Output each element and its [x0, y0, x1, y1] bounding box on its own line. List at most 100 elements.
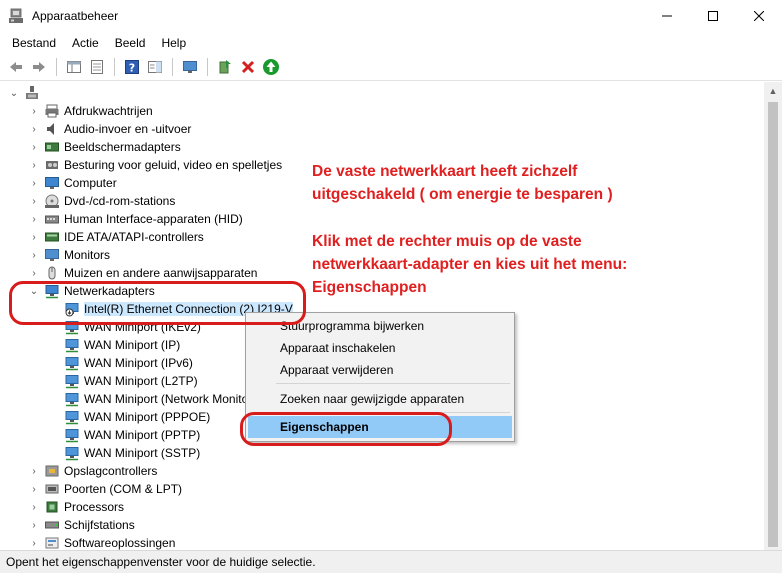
- menu-bestand[interactable]: Bestand: [4, 36, 64, 50]
- svg-text:?: ?: [129, 61, 135, 74]
- tree-device[interactable]: WAN Miniport (PPTP): [60, 426, 200, 444]
- tree-item-label: Human Interface-apparaten (HID): [64, 212, 243, 226]
- tree-category[interactable]: › Human Interface-apparaten (HID): [28, 210, 243, 228]
- tree-device[interactable]: WAN Miniport (PPPOE): [60, 408, 210, 426]
- storage-icon: [44, 463, 60, 479]
- tree-category[interactable]: › Schijfstations: [28, 516, 134, 534]
- tree-root[interactable]: ⌄: [8, 84, 44, 102]
- chevron-right-icon[interactable]: ›: [28, 210, 40, 228]
- tree-category[interactable]: › Afdrukwachtrijen: [28, 102, 153, 120]
- action-pane-icon[interactable]: [145, 57, 165, 77]
- title-bar: Apparaatbeheer: [0, 0, 782, 32]
- chevron-right-icon[interactable]: ›: [28, 156, 40, 174]
- display-adapter-icon: [44, 139, 60, 155]
- tree-item-label: WAN Miniport (PPTP): [84, 428, 201, 442]
- tree-device[interactable]: WAN Miniport (SSTP): [60, 444, 200, 462]
- annotation-line-2: uitgeschakeld ( om energie te besparen ): [312, 186, 613, 203]
- forward-icon[interactable]: [29, 57, 49, 77]
- menu-separator: [276, 383, 510, 384]
- tree-category[interactable]: › Audio-invoer en -uitvoer: [28, 120, 191, 138]
- chevron-right-icon[interactable]: ›: [28, 498, 40, 516]
- highlight-ellipse-properties: [240, 412, 452, 446]
- chevron-down-icon[interactable]: ⌄: [8, 84, 20, 102]
- scroll-up-arrow-icon[interactable]: ▲: [764, 82, 782, 99]
- tree-device[interactable]: WAN Miniport (IP): [60, 336, 180, 354]
- status-text: Opent het eigenschappenvenster voor de h…: [6, 555, 316, 569]
- chevron-right-icon[interactable]: ›: [28, 102, 40, 120]
- hid-icon: [44, 211, 60, 227]
- tree-device[interactable]: WAN Miniport (IPv6): [60, 354, 193, 372]
- ide-icon: [44, 229, 60, 245]
- chevron-right-icon[interactable]: ›: [28, 480, 40, 498]
- tree-item-label: Audio-invoer en -uitvoer: [64, 122, 192, 136]
- tree-category[interactable]: › Softwareoplossingen: [28, 534, 175, 550]
- tree-item-label: Opslagcontrollers: [64, 464, 158, 478]
- help-icon[interactable]: ?: [122, 57, 142, 77]
- printer-icon: [44, 103, 60, 119]
- enable-device-icon[interactable]: [261, 57, 281, 77]
- tree-category[interactable]: › Dvd-/cd-rom-stations: [28, 192, 175, 210]
- menu-item-enable-device[interactable]: Apparaat inschakelen: [248, 337, 512, 359]
- monitor-icon: [44, 247, 60, 263]
- tree-device[interactable]: WAN Miniport (Network Monitor): [60, 390, 256, 408]
- toolbar-separator: [114, 57, 115, 76]
- chevron-right-icon[interactable]: ›: [28, 516, 40, 534]
- network-adapter-icon: [64, 373, 80, 389]
- tree-category[interactable]: › Muizen en andere aanwijsapparaten: [28, 264, 257, 282]
- minimize-button[interactable]: [644, 0, 690, 32]
- tree-item-label: Muizen en andere aanwijsapparaten: [64, 266, 258, 280]
- tree-category[interactable]: › IDE ATA/ATAPI-controllers: [28, 228, 203, 246]
- chevron-right-icon[interactable]: ›: [28, 264, 40, 282]
- tree-category[interactable]: › Computer: [28, 174, 116, 192]
- speaker-icon: [44, 121, 60, 137]
- monitor-icon[interactable]: [180, 57, 200, 77]
- chevron-right-icon[interactable]: ›: [28, 174, 40, 192]
- chevron-right-icon[interactable]: ›: [28, 192, 40, 210]
- menu-actie[interactable]: Actie: [64, 36, 107, 50]
- processor-icon: [44, 499, 60, 515]
- chevron-right-icon[interactable]: ›: [28, 462, 40, 480]
- menu-item-scan-hardware[interactable]: Zoeken naar gewijzigde apparaten: [248, 388, 512, 410]
- menu-bar: Bestand Actie Beeld Help: [0, 32, 782, 53]
- tree-device[interactable]: WAN Miniport (L2TP): [60, 372, 198, 390]
- menu-beeld[interactable]: Beeld: [107, 36, 154, 50]
- network-adapter-icon: [64, 409, 80, 425]
- chevron-right-icon[interactable]: ›: [28, 228, 40, 246]
- highlight-ellipse-network-adapter: [9, 281, 306, 325]
- chevron-right-icon[interactable]: ›: [28, 138, 40, 156]
- scroll-thumb[interactable]: [768, 102, 778, 547]
- maximize-button[interactable]: [690, 0, 736, 32]
- tree-item-label: WAN Miniport (Network Monitor): [84, 392, 257, 406]
- menu-help[interactable]: Help: [153, 36, 194, 50]
- tree-item-label: WAN Miniport (IP): [84, 338, 181, 352]
- mouse-icon: [44, 265, 60, 281]
- annotation-line-1: De vaste netwerkkaart heeft zichzelf: [312, 163, 578, 180]
- hidden-devices-icon[interactable]: [87, 57, 107, 77]
- window-title: Apparaatbeheer: [32, 9, 119, 23]
- back-icon[interactable]: [6, 57, 26, 77]
- annotation-line-3: Klik met de rechter muis op de vaste: [312, 233, 582, 250]
- port-icon: [44, 481, 60, 497]
- tree-category[interactable]: › Processors: [28, 498, 124, 516]
- tree-item-label: Afdrukwachtrijen: [64, 104, 153, 118]
- menu-item-uninstall-device[interactable]: Apparaat verwijderen: [248, 359, 512, 381]
- tree-category[interactable]: › Beeldschermadapters: [28, 138, 180, 156]
- chevron-right-icon[interactable]: ›: [28, 246, 40, 264]
- tree-item-label: WAN Miniport (SSTP): [84, 446, 201, 460]
- tree-item-label: Softwareoplossingen: [64, 536, 176, 550]
- tree-category[interactable]: › Monitors: [28, 246, 110, 264]
- tree-item-label: Dvd-/cd-rom-stations: [64, 194, 176, 208]
- chevron-right-icon[interactable]: ›: [28, 534, 40, 550]
- properties-view-icon[interactable]: [64, 57, 84, 77]
- tree-item-label: Processors: [64, 500, 125, 514]
- close-button[interactable]: [736, 0, 782, 32]
- update-driver-icon[interactable]: [215, 57, 235, 77]
- tree-category[interactable]: › Opslagcontrollers: [28, 462, 157, 480]
- chevron-right-icon[interactable]: ›: [28, 120, 40, 138]
- tree-category[interactable]: › Besturing voor geluid, video en spellet…: [28, 156, 282, 174]
- toolbar-separator: [207, 57, 208, 76]
- toolbar-separator: [172, 57, 173, 76]
- vertical-scrollbar[interactable]: ▲: [764, 82, 782, 550]
- tree-category[interactable]: › Poorten (COM & LPT): [28, 480, 182, 498]
- uninstall-icon[interactable]: [238, 57, 258, 77]
